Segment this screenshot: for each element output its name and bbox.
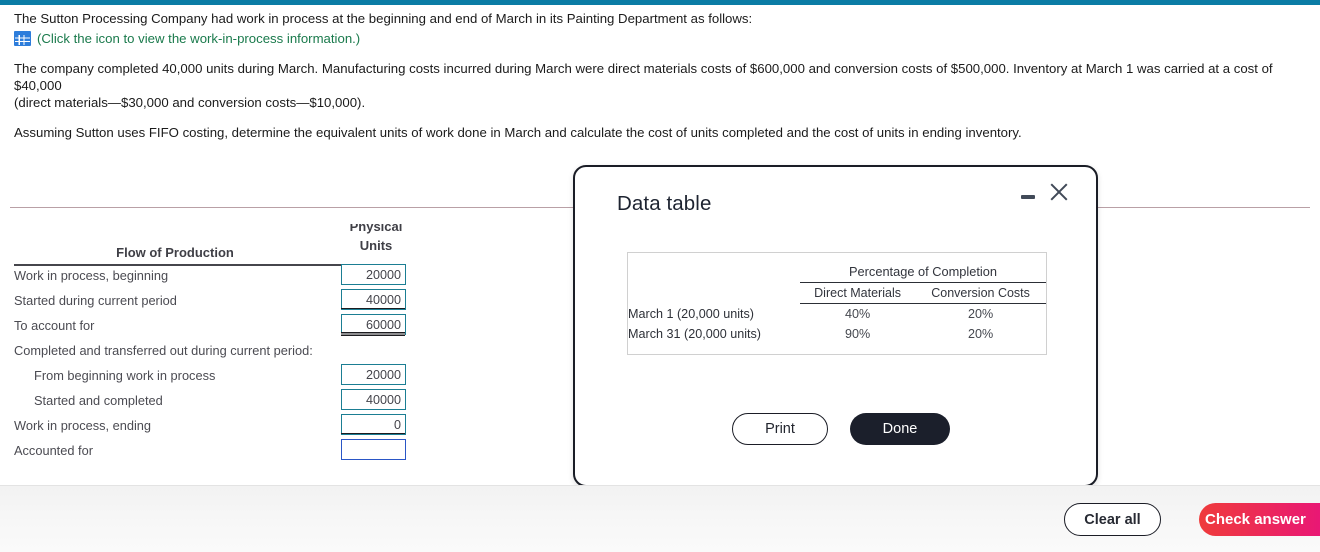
done-button[interactable]: Done xyxy=(850,413,950,445)
percentage-completion-table: Percentage of Completion Direct Material… xyxy=(628,261,1046,344)
table-cell-conversion-costs: 20% xyxy=(967,327,994,341)
worksheet-row-label: Completed and transferred out during cur… xyxy=(14,343,313,358)
problem-statement: The Sutton Processing Company had work i… xyxy=(14,10,1314,141)
worksheet-row: To account for xyxy=(0,314,420,339)
worksheet-input[interactable] xyxy=(341,289,406,310)
table-col-direct-materials: Direct Materials xyxy=(800,282,916,304)
table-span-header: Percentage of Completion xyxy=(800,261,1046,283)
table-head-row-span: Percentage of Completion xyxy=(628,261,1046,283)
worksheet-row-label: Work in process, ending xyxy=(14,418,152,433)
worksheet-input[interactable] xyxy=(341,264,406,285)
table-head: Percentage of Completion Direct Material… xyxy=(628,261,1046,304)
worksheet-input[interactable] xyxy=(341,389,406,410)
modal-title: Data table xyxy=(617,192,712,215)
column-header-physical-units: Physical Units xyxy=(341,224,411,264)
worksheet-input[interactable] xyxy=(341,364,406,385)
worksheet-row-label: Work in process, beginning xyxy=(14,268,169,283)
table-col-conversion-costs: Conversion Costs xyxy=(915,282,1046,304)
worksheet-row: Work in process, beginning xyxy=(0,264,420,289)
check-answer-button[interactable]: Check answer xyxy=(1199,503,1320,536)
worksheet-header: Flow of Production Physical Units xyxy=(0,218,420,266)
worksheet-input[interactable] xyxy=(341,439,406,460)
table-corner-blank xyxy=(628,261,800,283)
worksheet-row-label: From beginning work in process xyxy=(34,368,216,383)
table-head-row-sub: Direct Materials Conversion Costs xyxy=(628,282,1046,304)
modal-actions: Print Done xyxy=(732,413,950,445)
minimize-icon[interactable] xyxy=(1019,186,1039,206)
bottom-action-bar: Clear all Check answer xyxy=(0,485,1320,552)
problem-line-2: The company completed 40,000 units durin… xyxy=(14,61,1273,93)
problem-line-3: Assuming Sutton uses FIFO costing, deter… xyxy=(14,125,1022,140)
data-table-modal: Data table Percentage of Completion Dire… xyxy=(573,165,1098,487)
table-row-label: March 31 (20,000 units) xyxy=(628,327,762,341)
close-icon[interactable] xyxy=(1047,180,1071,204)
problem-line-1: The Sutton Processing Company had work i… xyxy=(14,11,753,26)
worksheet-row: Completed and transferred out during cur… xyxy=(0,339,420,364)
worksheet-row-label: Started and completed xyxy=(34,393,163,408)
table-cell-direct-materials: 90% xyxy=(844,327,871,341)
worksheet-row: From beginning work in process xyxy=(0,364,420,389)
column-header-flow-of-production: Flow of Production xyxy=(116,245,234,260)
table-cell-conversion-costs: 20% xyxy=(967,307,994,321)
app-root: The Sutton Processing Company had work i… xyxy=(0,0,1320,552)
modal-data-table: Percentage of Completion Direct Material… xyxy=(627,252,1047,355)
problem-line-2b: (direct materials—$30,000 and conversion… xyxy=(14,95,366,110)
column-header-units: Units xyxy=(359,238,393,253)
table-body: March 1 (20,000 units) 40% 20% March 31 (20… xyxy=(628,304,1046,345)
table-cell-direct-materials: 40% xyxy=(844,307,871,321)
view-data-table-label[interactable]: (Click the icon to view the work-in-proc… xyxy=(37,30,360,47)
worksheet-input[interactable] xyxy=(341,314,406,335)
view-data-table-link[interactable]: (Click the icon to view the work-in-proc… xyxy=(14,30,1314,47)
grid-table-icon[interactable] xyxy=(14,31,31,46)
worksheet-row: Started and completed xyxy=(0,389,420,414)
column-header-physical: Physical xyxy=(349,224,403,234)
worksheet-row-label: Started during current period xyxy=(14,293,177,308)
flow-of-production-worksheet: Flow of Production Physical Units Work i… xyxy=(0,218,420,464)
table-row: March 1 (20,000 units) 40% 20% xyxy=(628,304,1046,325)
worksheet-row: Started during current period xyxy=(0,289,420,314)
clear-all-button[interactable]: Clear all xyxy=(1064,503,1161,536)
table-corner-blank-2 xyxy=(628,283,800,304)
worksheet-input[interactable] xyxy=(341,414,406,435)
top-accent-bar xyxy=(0,0,1320,5)
table-row: March 31 (20,000 units) 90% 20% xyxy=(628,324,1046,344)
worksheet-row-label: Accounted for xyxy=(14,443,93,458)
table-row-label: March 1 (20,000 units) xyxy=(628,306,754,321)
worksheet-row: Work in process, ending xyxy=(0,414,420,439)
worksheet-row-label: To account for xyxy=(14,318,95,333)
worksheet-row: Accounted for xyxy=(0,439,420,464)
worksheet-rows: Work in process, beginning Started during… xyxy=(0,264,420,464)
print-button[interactable]: Print xyxy=(732,413,828,445)
